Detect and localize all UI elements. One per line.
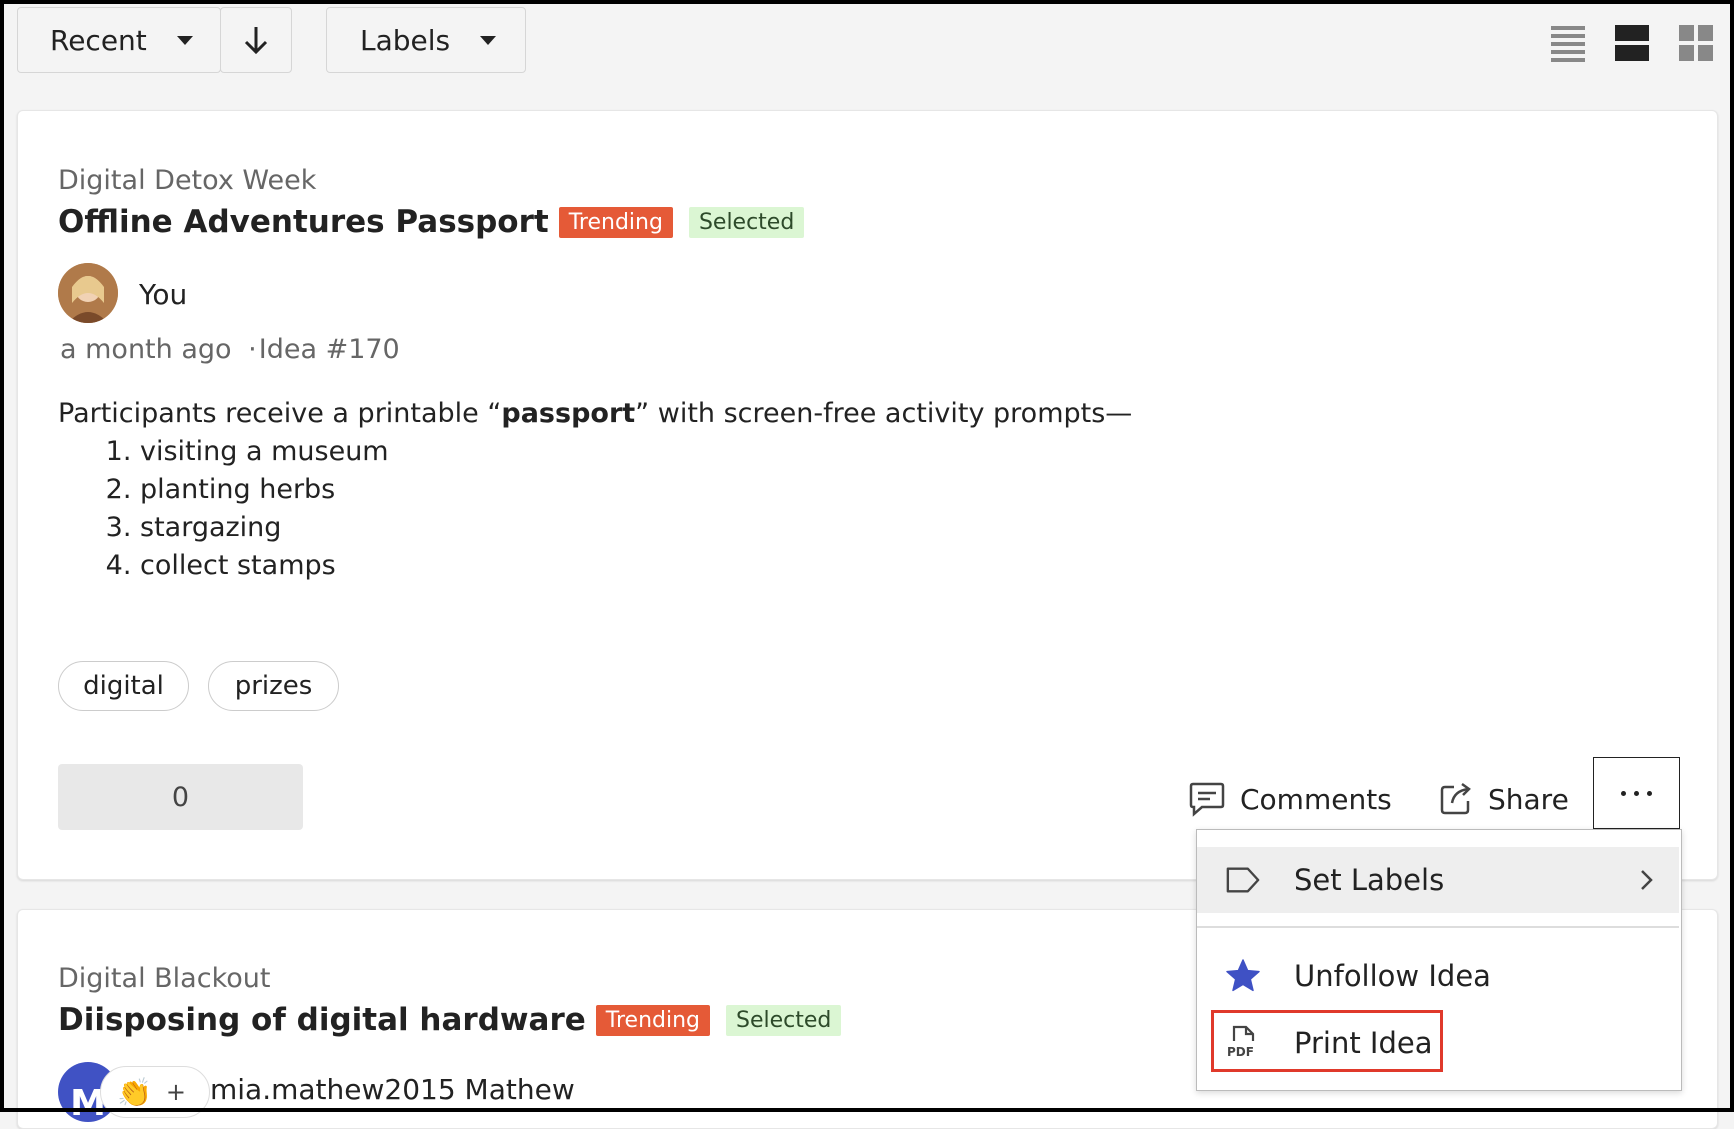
ellipsis-icon bbox=[1634, 790, 1639, 796]
menu-item-label: Print Idea bbox=[1294, 1026, 1433, 1060]
caret-down-icon bbox=[480, 35, 497, 45]
ellipsis-icon bbox=[1647, 790, 1652, 796]
reaction-button[interactable]: 👏 + bbox=[100, 1066, 210, 1118]
comments-button[interactable]: Comments bbox=[1188, 781, 1392, 817]
idea-description: Participants receive a printable “passpo… bbox=[58, 395, 1132, 585]
more-options-button[interactable] bbox=[1593, 757, 1680, 829]
idea-title-row: Offline Adventures Passport Trending Sel… bbox=[58, 204, 805, 240]
idea-number: Idea #170 bbox=[258, 334, 400, 365]
sort-direction-button[interactable] bbox=[220, 7, 292, 73]
labels-dropdown[interactable]: Labels bbox=[326, 7, 526, 73]
avatar[interactable] bbox=[58, 263, 118, 323]
description-text: Participants receive a printable “passpo… bbox=[58, 395, 1132, 433]
clap-icon: 👏 bbox=[117, 1075, 152, 1109]
menu-item-unfollow[interactable]: Unfollow Idea bbox=[1197, 943, 1679, 1009]
share-label: Share bbox=[1488, 782, 1569, 816]
label-tag-icon bbox=[1225, 862, 1261, 898]
campaign-name: Digital Blackout bbox=[58, 963, 271, 994]
chevron-right-icon bbox=[1641, 870, 1653, 890]
idea-title[interactable]: Diisposing of digital hardware bbox=[58, 1002, 586, 1038]
pdf-icon-text: PDF bbox=[1227, 1045, 1254, 1059]
share-button[interactable]: Share bbox=[1438, 781, 1569, 817]
menu-item-set-labels[interactable]: Set Labels bbox=[1197, 847, 1679, 913]
tag-digital[interactable]: digital bbox=[58, 661, 189, 711]
author-name[interactable]: mia.mathew2015 Mathew bbox=[210, 1073, 575, 1106]
campaign-name: Digital Detox Week bbox=[58, 165, 317, 196]
star-icon bbox=[1225, 958, 1261, 994]
idea-title-row: Diisposing of digital hardware Trending … bbox=[58, 1002, 842, 1038]
comments-label: Comments bbox=[1240, 782, 1392, 816]
tag-prizes[interactable]: prizes bbox=[208, 661, 339, 711]
sort-dropdown-label: Recent bbox=[50, 23, 147, 57]
comment-icon bbox=[1189, 782, 1225, 817]
list-item: stargazing bbox=[140, 509, 1132, 547]
idea-title[interactable]: Offline Adventures Passport bbox=[58, 204, 549, 240]
menu-item-label: Unfollow Idea bbox=[1294, 959, 1491, 993]
description-part: Participants receive a printable “ bbox=[58, 398, 502, 429]
card-view-icon[interactable] bbox=[1614, 22, 1650, 62]
labels-dropdown-label: Labels bbox=[360, 23, 451, 57]
trending-badge: Trending bbox=[595, 1004, 710, 1036]
sort-dropdown[interactable]: Recent bbox=[17, 7, 221, 73]
selected-badge: Selected bbox=[726, 1004, 842, 1036]
description-list: visiting a museum planting herbs stargaz… bbox=[58, 433, 1132, 585]
trending-badge: Trending bbox=[558, 206, 673, 238]
selected-badge: Selected bbox=[688, 206, 805, 238]
arrow-down-icon bbox=[244, 27, 268, 55]
vote-button[interactable]: 0 bbox=[58, 764, 303, 830]
grid-view-icon[interactable] bbox=[1678, 22, 1714, 62]
view-switcher bbox=[1550, 22, 1714, 62]
ellipsis-icon bbox=[1621, 790, 1626, 796]
share-icon bbox=[1440, 782, 1471, 815]
list-item: collect stamps bbox=[140, 547, 1132, 585]
menu-item-label: Set Labels bbox=[1294, 863, 1445, 897]
menu-item-print[interactable]: PDF Print Idea bbox=[1197, 1010, 1679, 1076]
author-name[interactable]: You bbox=[139, 278, 187, 311]
list-view-icon[interactable] bbox=[1550, 22, 1586, 62]
add-reaction-icon: + bbox=[165, 1078, 186, 1106]
more-options-menu: Set Labels Unfollow Idea PDF Print Idea bbox=[1196, 829, 1682, 1091]
list-item: planting herbs bbox=[140, 471, 1132, 509]
caret-down-icon bbox=[176, 35, 193, 45]
description-part: ” with screen-free activity prompts— bbox=[635, 398, 1133, 429]
idea-card: Digital Detox Week Offline Adventures Pa… bbox=[17, 110, 1718, 880]
idea-time: a month ago bbox=[60, 334, 232, 365]
meta-separator: · bbox=[248, 334, 257, 365]
menu-divider bbox=[1197, 926, 1679, 928]
description-bold: passport bbox=[501, 398, 636, 429]
idea-meta: a month ago ·Idea #170 bbox=[60, 334, 400, 365]
list-item: visiting a museum bbox=[140, 433, 1132, 471]
pdf-icon: PDF bbox=[1225, 1025, 1261, 1061]
